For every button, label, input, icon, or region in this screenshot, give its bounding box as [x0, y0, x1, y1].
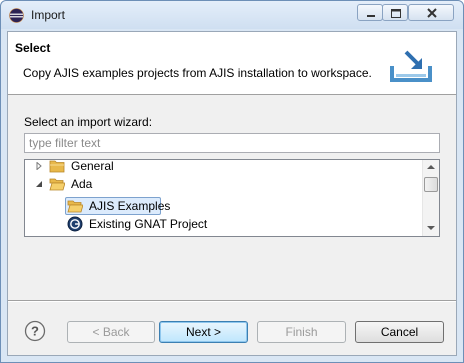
tree-item-label: AJIS Examples	[89, 199, 171, 213]
tree-scrollbar[interactable]	[422, 160, 439, 236]
tree-item-gnat-project[interactable]: Existing GNAT Project	[25, 215, 423, 233]
wizard-tree[interactable]: General Ada AJIS Examples Existing GNAT …	[24, 159, 440, 237]
import-tray-icon	[390, 50, 432, 82]
folder-icon	[49, 160, 65, 173]
tree-item-ada[interactable]: Ada	[25, 175, 423, 193]
eclipse-icon	[9, 8, 24, 23]
tree-item-label: General	[71, 159, 114, 173]
scrollbar-thumb[interactable]	[424, 177, 438, 192]
maximize-icon	[391, 9, 401, 18]
close-button[interactable]	[408, 4, 454, 21]
folder-open-icon	[49, 178, 65, 191]
maximize-button[interactable]	[382, 4, 408, 21]
gnat-project-icon	[67, 216, 83, 232]
minimize-icon	[367, 15, 375, 17]
next-button[interactable]: Next >	[159, 321, 248, 343]
window-title: Import	[31, 8, 66, 22]
chevron-down-icon[interactable]	[35, 180, 43, 188]
scroll-up-icon[interactable]	[427, 164, 435, 170]
back-button[interactable]: < Back	[67, 321, 155, 343]
header-banner: Select Copy AJIS examples projects from …	[8, 32, 456, 95]
finish-button[interactable]: Finish	[257, 321, 346, 343]
tree-item-label: Ada	[71, 177, 93, 191]
scroll-down-icon[interactable]	[427, 225, 435, 231]
folder-open-icon	[67, 200, 83, 213]
tree-item-label: Existing GNAT Project	[89, 217, 208, 231]
wizard-content: Select an import wizard: General Ada AJI…	[8, 95, 456, 300]
chevron-right-icon[interactable]	[35, 162, 43, 170]
tree-item-ajis-examples[interactable]: AJIS Examples	[25, 197, 423, 215]
page-description: Copy AJIS examples projects from AJIS in…	[23, 66, 372, 80]
tree-item-general[interactable]: General	[25, 159, 423, 175]
page-title: Select	[15, 41, 51, 55]
help-icon[interactable]: ?	[24, 320, 46, 342]
button-bar: ? < Back Next > Finish Cancel	[8, 300, 456, 356]
divider	[8, 300, 456, 302]
cancel-button[interactable]: Cancel	[355, 321, 444, 343]
svg-text:?: ?	[31, 324, 39, 339]
filter-input[interactable]	[24, 133, 440, 153]
title-bar[interactable]: Import	[1, 1, 463, 29]
import-dialog: Import Select Copy AJIS examples project…	[0, 0, 464, 363]
dialog-body: Select Copy AJIS examples projects from …	[7, 31, 457, 356]
close-icon	[427, 8, 437, 18]
minimize-button[interactable]	[357, 4, 383, 21]
wizard-label: Select an import wizard:	[24, 115, 153, 129]
